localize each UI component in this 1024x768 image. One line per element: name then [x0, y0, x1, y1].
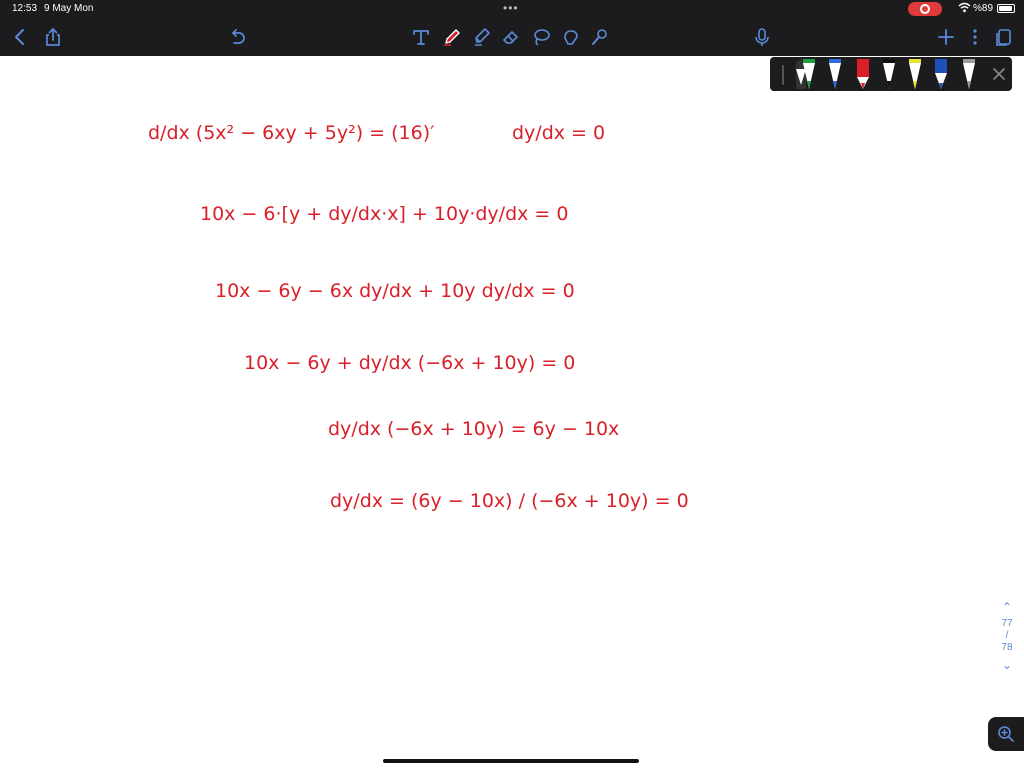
screen-recording-icon[interactable]	[908, 2, 942, 16]
eraser-tool-icon[interactable]	[500, 26, 522, 48]
status-time: 12:53	[12, 3, 38, 14]
page-total: 78	[1001, 642, 1013, 653]
handwriting-line: dy/dx = 0	[512, 122, 606, 144]
handwriting-line: 10x − 6y − 6x dy/dx + 10y dy/dx = 0	[215, 280, 575, 302]
handwritten-notes[interactable]: d/dx (5x² − 6xy + 5y²) = (16)′ dy/dx = 0…	[0, 56, 1024, 768]
pen-color-blue[interactable]	[828, 59, 842, 89]
text-tool-icon[interactable]	[410, 26, 432, 48]
page-current: 77	[1001, 618, 1013, 629]
pages-icon[interactable]	[993, 26, 1015, 48]
lasso-tool-icon[interactable]	[530, 26, 552, 48]
pen-tool-icon[interactable]	[441, 26, 463, 48]
battery-icon	[997, 4, 1015, 13]
note-canvas[interactable]: d/dx (5x² − 6xy + 5y²) = (16)′ dy/dx = 0…	[0, 56, 1024, 768]
page-separator: /	[1005, 630, 1009, 641]
pen-color-dark-blue[interactable]	[934, 59, 948, 89]
handwriting-line: dy/dx (−6x + 10y) = 6y − 10x	[328, 418, 620, 440]
status-bar: 12:53 9 May Mon ••• %89	[0, 0, 1024, 18]
handwriting-line: 10x − 6y + dy/dx (−6x + 10y) = 0	[244, 352, 576, 374]
pen-color-green[interactable]	[802, 59, 816, 89]
battery-percent: %89	[973, 3, 994, 14]
multitasking-dots-icon[interactable]: •••	[503, 1, 519, 15]
pen-color-black[interactable]	[882, 59, 896, 89]
undo-icon[interactable]	[226, 26, 248, 48]
page-navigator: ⌃ 77 / 78 ⌄	[996, 600, 1018, 676]
zoom-icon[interactable]	[988, 717, 1024, 751]
handwriting-line: d/dx (5x² − 6xy + 5y²) = (16)′	[148, 122, 435, 144]
share-icon[interactable]	[42, 26, 64, 48]
home-indicator[interactable]	[383, 759, 639, 763]
back-icon[interactable]	[9, 26, 31, 48]
toolbar	[0, 18, 1024, 56]
pen-color-gray[interactable]	[962, 59, 976, 89]
laser-pointer-icon[interactable]	[589, 26, 611, 48]
add-icon[interactable]	[935, 26, 957, 48]
handwriting-line: 10x − 6·[y + dy/dx·x] + 10y·dy/dx = 0	[200, 203, 569, 225]
chevron-down-icon[interactable]: ⌄	[996, 658, 1018, 676]
palette-drag-handle[interactable]	[782, 65, 784, 85]
shape-tool-icon[interactable]	[560, 26, 582, 48]
wifi-icon	[958, 2, 971, 13]
highlighter-tool-icon[interactable]	[471, 26, 493, 48]
status-date: 9 May Mon	[44, 3, 94, 14]
pen-color-red[interactable]	[856, 59, 870, 89]
more-icon[interactable]	[964, 26, 986, 48]
pen-color-yellow[interactable]	[908, 59, 922, 89]
handwriting-line: dy/dx = (6y − 10x) / (−6x + 10y) = 0	[330, 490, 689, 512]
pen-palette	[770, 57, 1012, 91]
close-icon[interactable]	[992, 67, 1006, 81]
chevron-up-icon[interactable]: ⌃	[996, 600, 1018, 618]
microphone-icon[interactable]	[751, 26, 773, 48]
